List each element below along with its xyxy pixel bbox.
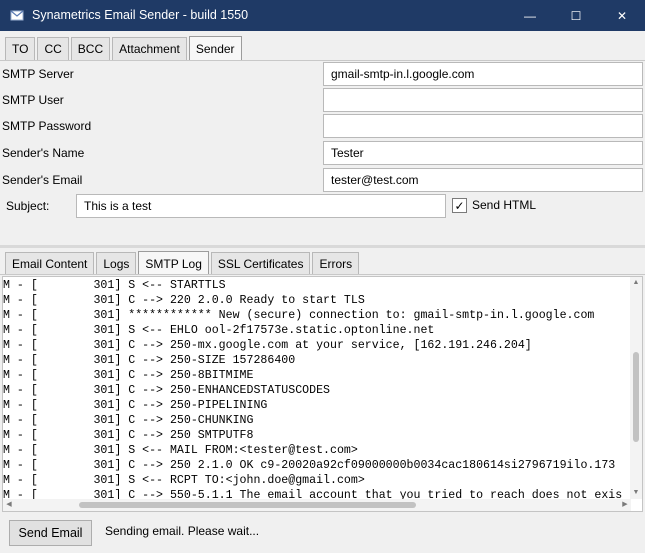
tab-ssl-certificates[interactable]: SSL Certificates: [210, 252, 311, 275]
tab-bcc[interactable]: BCC: [70, 37, 111, 60]
log-line: M - [ 301] S <-- RCPT TO:<john.doe@gmail…: [3, 474, 365, 487]
log-line: M - [ 301] C --> 220 2.0.0 Ready to star…: [3, 294, 365, 307]
vertical-scrollbar[interactable]: ▲ ▼: [630, 277, 642, 499]
tab-email-content[interactable]: Email Content: [5, 252, 95, 275]
log-line: M - [ 301] C --> 250 2.1.0 OK c9-20020a9…: [3, 459, 616, 472]
bottom-tab-bar: Email Content Logs SMTP Log SSL Certific…: [5, 251, 361, 275]
window-title: Synametrics Email Sender - build 1550: [32, 8, 249, 22]
horizontal-scroll-thumb[interactable]: [79, 502, 416, 508]
senders-name-row: Sender's Name Tester: [0, 141, 645, 165]
smtp-user-label: SMTP User: [2, 93, 64, 107]
tab-smtp-log[interactable]: SMTP Log: [138, 251, 209, 275]
log-line: M - [ 301] C --> 250-8BITMIME: [3, 369, 254, 382]
log-line: M - [ 301] C --> 250-CHUNKING: [3, 414, 254, 427]
send-html-label[interactable]: Send HTML: [472, 198, 536, 212]
tab-logs[interactable]: Logs: [96, 252, 137, 275]
tab-divider: [0, 274, 645, 275]
log-line: M - [ 301] C --> 250-SIZE 157286400: [3, 354, 296, 367]
title-bar: Synametrics Email Sender - build 1550 — …: [0, 0, 645, 31]
maximize-icon: ☐: [570, 8, 582, 23]
log-line: M - [ 301] C --> 250-ENHANCEDSTATUSCODES: [3, 384, 330, 397]
output-panel: Email Content Logs SMTP Log SSL Certific…: [0, 248, 645, 553]
minimize-button[interactable]: —: [507, 0, 553, 31]
subject-row: Subject: This is a test ✓ Send HTML: [0, 194, 645, 218]
subject-input[interactable]: This is a test: [76, 194, 446, 218]
log-line: M - [ 301] C --> 250 SMTPUTF8: [3, 429, 254, 442]
smtp-user-row: SMTP User: [0, 88, 645, 112]
smtp-password-row: SMTP Password: [0, 114, 645, 138]
smtp-log-lines: M - [ 301] S <-- STARTTLS M - [ 301] C -…: [3, 278, 631, 500]
close-icon: ✕: [616, 8, 628, 23]
subject-label: Subject:: [6, 199, 50, 213]
minimize-icon: —: [524, 8, 536, 23]
status-message: Sending email. Please wait...: [105, 524, 260, 538]
checkmark-icon: ✓: [454, 198, 465, 213]
send-email-button[interactable]: Send Email: [9, 520, 92, 546]
log-line: M - [ 301] S <-- EHLO ool-2f17573e.stati…: [3, 324, 435, 337]
close-button[interactable]: ✕: [599, 0, 645, 31]
senders-email-row: Sender's Email tester@test.com: [0, 168, 645, 192]
smtp-server-label: SMTP Server: [2, 67, 74, 81]
smtp-server-input[interactable]: gmail-smtp-in.l.google.com: [323, 62, 643, 86]
vertical-scroll-thumb[interactable]: [633, 352, 639, 442]
scroll-down-icon[interactable]: ▼: [632, 489, 640, 497]
senders-email-input[interactable]: tester@test.com: [323, 168, 643, 192]
senders-name-input[interactable]: Tester: [323, 141, 643, 165]
scroll-up-icon[interactable]: ▲: [632, 279, 640, 287]
tab-to[interactable]: TO: [5, 37, 36, 60]
maximize-button[interactable]: ☐: [553, 0, 599, 31]
smtp-password-input[interactable]: [323, 114, 643, 138]
tab-attachment[interactable]: Attachment: [112, 37, 187, 60]
smtp-log-view[interactable]: M - [ 301] S <-- STARTTLS M - [ 301] C -…: [2, 276, 643, 512]
smtp-password-label: SMTP Password: [2, 119, 92, 133]
scroll-right-icon[interactable]: ▶: [621, 501, 629, 509]
senders-name-label: Sender's Name: [2, 146, 85, 160]
smtp-server-row: SMTP Server gmail-smtp-in.l.google.com: [0, 62, 645, 86]
log-line: M - [ 301] C --> 250-mx.google.com at yo…: [3, 339, 532, 352]
horizontal-scrollbar[interactable]: ◀ ▶: [3, 499, 631, 511]
send-html-checkbox[interactable]: ✓: [452, 198, 467, 213]
tab-cc[interactable]: CC: [37, 37, 69, 60]
tab-errors[interactable]: Errors: [312, 252, 360, 275]
tab-sender[interactable]: Sender: [188, 36, 242, 60]
top-tab-bar: TO CC BCC Attachment Sender: [5, 36, 244, 60]
log-line: M - [ 301] S <-- MAIL FROM:<tester@test.…: [3, 444, 358, 457]
sender-panel: TO CC BCC Attachment Sender SMTP Server …: [0, 31, 645, 245]
app-icon: [10, 10, 24, 21]
log-line: M - [ 301] C --> 250-PIPELINING: [3, 399, 268, 412]
log-line: M - [ 301] S <-- STARTTLS: [3, 279, 226, 292]
senders-email-label: Sender's Email: [2, 173, 83, 187]
log-line: M - [ 301] ************ New (secure) con…: [3, 309, 595, 322]
scroll-left-icon[interactable]: ◀: [5, 501, 13, 509]
tab-divider: [0, 60, 645, 61]
smtp-user-input[interactable]: [323, 88, 643, 112]
